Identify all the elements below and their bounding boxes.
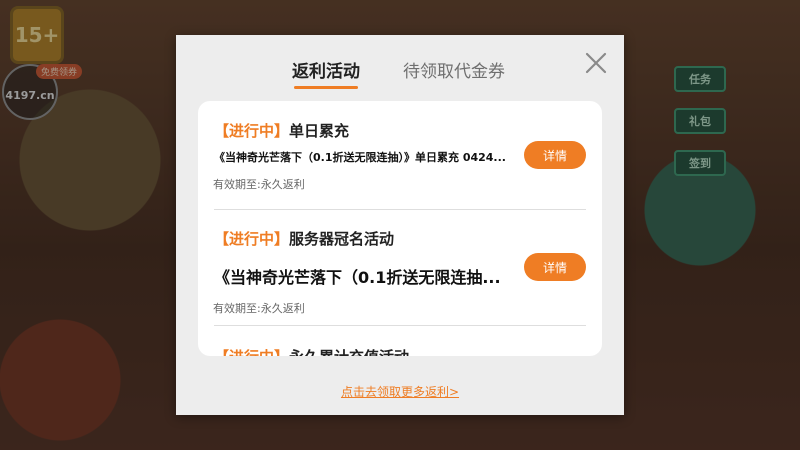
tab-pending-vouchers[interactable]: 待领取代金券 bbox=[403, 61, 505, 83]
list-item: 【进行中】服务器冠名活动 《当神奇光芒落下（0.1折送无限连抽... 有效期至:… bbox=[213, 225, 586, 326]
more-rebates-link[interactable]: 点击去领取更多返利> bbox=[176, 383, 624, 400]
rebate-modal: 返利活动 待领取代金券 【进行中】单日累充 《当神奇光芒落下（0.1折送无限连抽… bbox=[176, 35, 624, 415]
close-icon[interactable] bbox=[584, 51, 608, 75]
list-item: 【进行中】单日累充 《当神奇光芒落下（0.1折送无限连抽）》单日累充 0424.… bbox=[213, 117, 586, 210]
item-description: 《当神奇光芒落下（0.1折送无限连抽）》单日累充 0424... bbox=[214, 151, 506, 164]
item-title: 单日累充 bbox=[289, 122, 350, 140]
item-title-row: 【进行中】永久累计充值活动 bbox=[214, 347, 409, 356]
item-validity: 有效期至:永久返利 bbox=[213, 302, 305, 315]
item-title-row: 【进行中】单日累充 bbox=[214, 121, 349, 141]
item-title: 服务器冠名活动 bbox=[289, 230, 395, 248]
item-description: 《当神奇光芒落下（0.1折送无限连抽... bbox=[214, 268, 501, 287]
item-title: 永久累计充值活动 bbox=[289, 348, 409, 356]
details-button[interactable]: 详情 bbox=[524, 141, 586, 169]
item-title-row: 【进行中】服务器冠名活动 bbox=[214, 229, 394, 249]
item-validity: 有效期至:永久返利 bbox=[213, 178, 305, 191]
status-tag: 【进行中】 bbox=[214, 230, 290, 248]
list-item: 【进行中】永久累计充值活动 bbox=[214, 343, 586, 356]
active-tab-indicator bbox=[294, 86, 358, 89]
status-tag: 【进行中】 bbox=[214, 348, 289, 356]
tab-rebate-activities[interactable]: 返利活动 bbox=[292, 61, 360, 83]
activity-list[interactable]: 【进行中】单日累充 《当神奇光芒落下（0.1折送无限连抽）》单日累充 0424.… bbox=[198, 101, 602, 356]
status-tag: 【进行中】 bbox=[214, 122, 290, 140]
details-button[interactable]: 详情 bbox=[524, 253, 586, 281]
